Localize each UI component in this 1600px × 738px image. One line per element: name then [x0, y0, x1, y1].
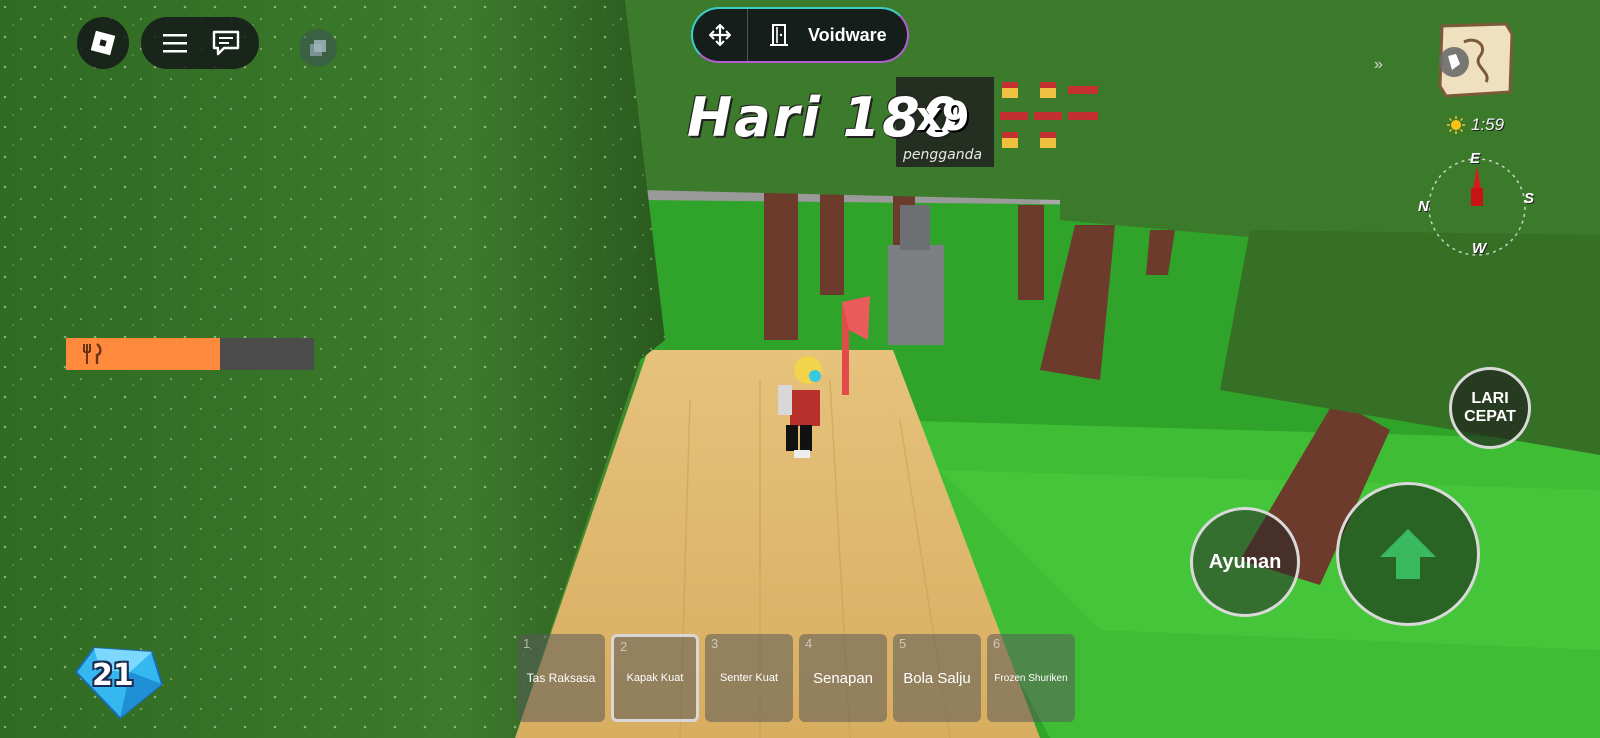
slot-label: Senapan [812, 669, 874, 687]
sprint-label-line2: CEPAT [1464, 408, 1516, 425]
hamburger-menu-icon [162, 34, 187, 53]
hotbar-slot-1[interactable]: 1 Tas Raksasa [517, 634, 605, 722]
compass: E S N W [1418, 150, 1535, 262]
slot-label: Frozen Shuriken [994, 672, 1068, 684]
hotbar-slot-4[interactable]: 4 Senapan [799, 634, 887, 722]
gem-counter[interactable]: 21 [70, 642, 166, 720]
compass-south: S [1524, 190, 1535, 207]
multiplier-label: pengganda [903, 147, 983, 163]
game-clock: 1:59 [1447, 115, 1504, 135]
slot-number: 3 [711, 636, 719, 651]
gem-count: 21 [92, 658, 134, 693]
backpack-button[interactable] [299, 29, 337, 67]
roblox-logo-icon [90, 30, 116, 56]
party-status-icons [1000, 82, 1098, 148]
roblox-menu-button[interactable] [77, 17, 129, 69]
hotbar-slot-2[interactable]: 2 Kapak Kuat [611, 634, 699, 722]
chat-button[interactable] [206, 23, 246, 63]
slot-label: Kapak Kuat [626, 672, 684, 684]
clock-time: 1:59 [1471, 115, 1505, 134]
hotbar-slot-5[interactable]: 5 Bola Salju [893, 634, 981, 722]
slot-number: 2 [620, 639, 628, 654]
experience-pill: Voidware [691, 7, 909, 63]
player-head-icon [1002, 132, 1018, 148]
sprint-button[interactable]: LARI CEPAT [1449, 367, 1531, 449]
hotbar-slot-3[interactable]: 3 Senter Kuat [705, 634, 793, 722]
door-icon [770, 24, 788, 46]
player-head-icon [1002, 82, 1018, 98]
slot-label: Bola Salju [903, 669, 971, 687]
collapse-hud-button[interactable]: » [1374, 56, 1383, 74]
player-head-icon [1040, 132, 1056, 148]
player-head-icon [1040, 82, 1056, 98]
slot-number: 4 [805, 636, 813, 651]
bed-icon [1034, 112, 1062, 120]
sun-icon [1447, 116, 1465, 134]
slot-number: 5 [899, 636, 907, 651]
jump-arrow-icon [1380, 529, 1436, 579]
bed-icon [1000, 112, 1028, 120]
compass-north: N [1418, 198, 1429, 215]
swing-button[interactable]: Ayunan [1190, 507, 1300, 617]
bed-icon [1068, 86, 1098, 94]
swing-label: Ayunan [1208, 550, 1282, 573]
chat-icon [212, 30, 239, 56]
move-button[interactable] [693, 9, 748, 61]
move-arrows-icon [709, 24, 731, 46]
fork-knife-icon [83, 343, 102, 364]
compass-west: W [1472, 240, 1487, 257]
leave-game-button[interactable] [756, 23, 802, 47]
hunger-bar [66, 338, 314, 370]
sprint-label-line1: LARI [1471, 390, 1509, 407]
multiplier-value: x9 [916, 94, 970, 140]
bed-icon [1068, 112, 1098, 120]
hotbar-slot-6[interactable]: 6 Frozen Shuriken [987, 634, 1075, 722]
slot-number: 1 [523, 636, 531, 651]
backpack-icon [310, 40, 326, 56]
slot-label: Tas Raksasa [526, 671, 596, 685]
compass-east: E [1470, 150, 1481, 167]
slot-number: 6 [993, 636, 1001, 651]
top-left-menu-pill [141, 17, 259, 69]
jump-button[interactable] [1336, 482, 1480, 626]
map-button[interactable] [1436, 20, 1516, 102]
experience-name: Voidware [808, 24, 887, 45]
slot-label: Senter Kuat [719, 672, 779, 684]
hotbar: 1 Tas Raksasa 2 Kapak Kuat 3 Senter Kuat… [517, 634, 1075, 722]
hamburger-menu-button[interactable] [155, 23, 195, 63]
